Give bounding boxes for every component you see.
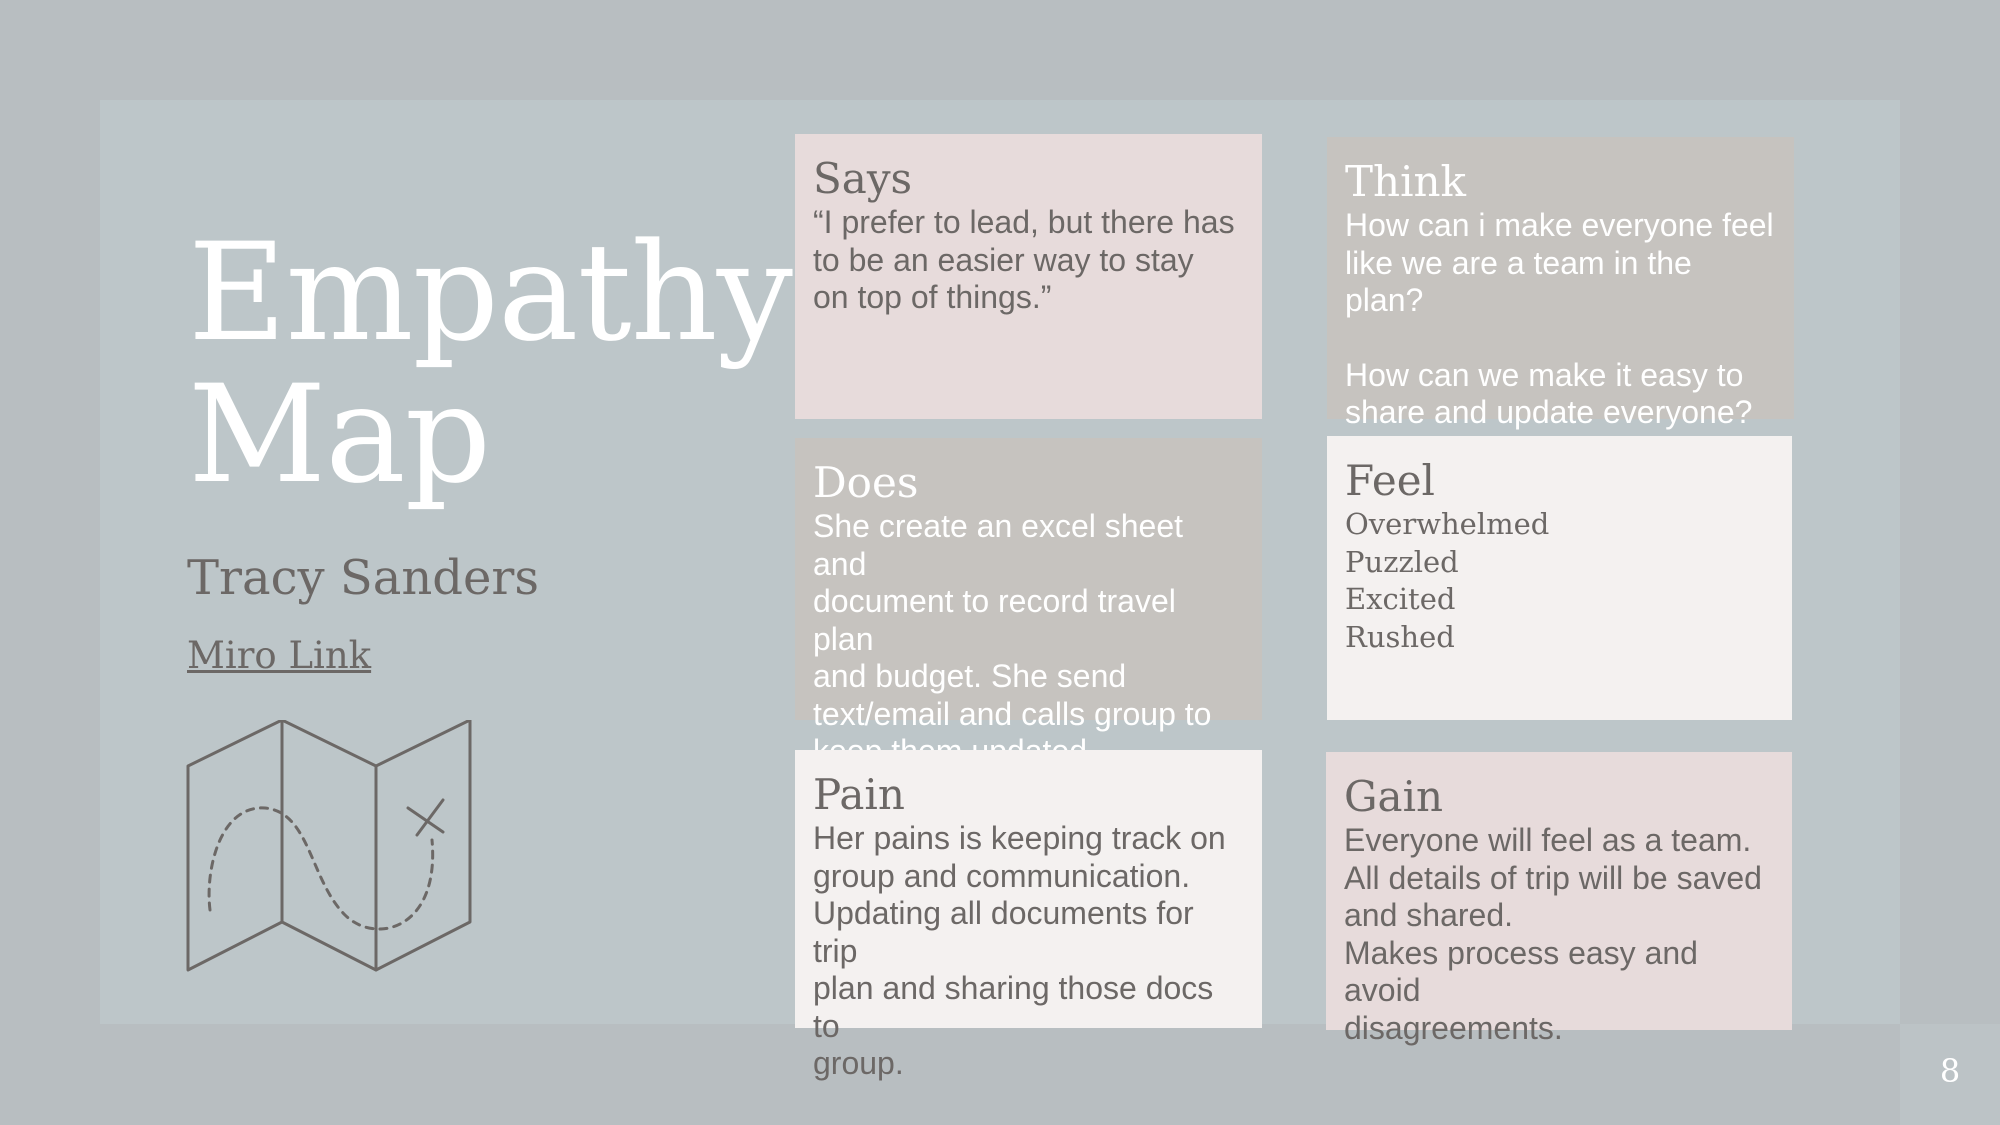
think-card: Think How can i make everyone feel like … (1327, 137, 1794, 430)
says-line: “I prefer to lead, but there has (813, 204, 1235, 240)
gain-text: Everyone will feel as a team. All detail… (1344, 822, 1774, 1047)
pain-line: Her pains is keeping track on (813, 820, 1226, 856)
think-heading: Think (1345, 157, 1466, 206)
feel-list: Overwhelmed Puzzled Excited Rushed (1345, 506, 1774, 656)
think-line: How can we make it easy to (1345, 356, 1744, 393)
feel-card: Feel Overwhelmed Puzzled Excited Rushed (1327, 436, 1792, 720)
persona-name: Tracy Sanders (187, 550, 539, 606)
gain-line: All details of trip will be saved (1344, 859, 1762, 896)
says-line: on top of things.” (813, 279, 1052, 315)
title-line-2: Map (188, 356, 491, 513)
does-line: text/email and calls group to (813, 695, 1212, 732)
folded-map-icon (186, 720, 472, 972)
feeling-item: Rushed (1345, 619, 1455, 654)
does-card: Does She create an excel sheet and docum… (795, 438, 1262, 769)
gain-line: and shared. (1344, 897, 1514, 933)
think-line: share and update everyone? (1345, 394, 1753, 430)
says-text: “I prefer to lead, but there has to be a… (813, 204, 1244, 317)
title-line-1: Empathy (188, 214, 793, 371)
does-heading: Does (813, 458, 919, 507)
gain-line: disagreements. (1344, 1009, 1563, 1046)
gain-heading: Gain (1344, 772, 1444, 821)
pain-line: Updating all documents for trip (813, 895, 1194, 969)
feeling-item: Puzzled (1345, 544, 1459, 579)
says-line: to be an easier way to stay (813, 241, 1194, 278)
does-line: document to record travel plan (813, 583, 1176, 657)
says-heading: Says (813, 154, 913, 203)
feeling-item: Excited (1345, 582, 1456, 616)
pain-heading: Pain (813, 770, 905, 819)
think-line: like we are a team in the plan? (1345, 244, 1692, 319)
think-text: How can i make everyone feel like we are… (1345, 207, 1776, 432)
think-line: How can i make everyone feel (1345, 207, 1774, 243)
miro-link[interactable]: Miro Link (187, 634, 371, 677)
page-number: 8 (1939, 1052, 1961, 1090)
does-line: She create an excel sheet and (813, 508, 1184, 582)
gain-line: Makes process easy and avoid (1344, 934, 1698, 1009)
pain-line: plan and sharing those docs to (813, 970, 1214, 1044)
gain-line: Everyone will feel as a team. (1344, 822, 1752, 858)
says-card: Says “I prefer to lead, but there has to… (795, 134, 1262, 419)
pain-line: group. (813, 1045, 904, 1081)
does-line: and budget. She send (813, 658, 1127, 694)
feeling-item: Overwhelmed (1345, 507, 1550, 541)
does-text: She create an excel sheet and document t… (813, 508, 1244, 771)
feel-heading: Feel (1345, 456, 1435, 505)
gain-card: Gain Everyone will feel as a team. All d… (1326, 752, 1792, 1046)
pain-text: Her pains is keeping track on group and … (813, 820, 1244, 1083)
pain-line: group and communication. (813, 857, 1191, 894)
pain-card: Pain Her pains is keeping track on group… (795, 750, 1262, 1081)
page-title: Empathy Map (188, 222, 793, 506)
